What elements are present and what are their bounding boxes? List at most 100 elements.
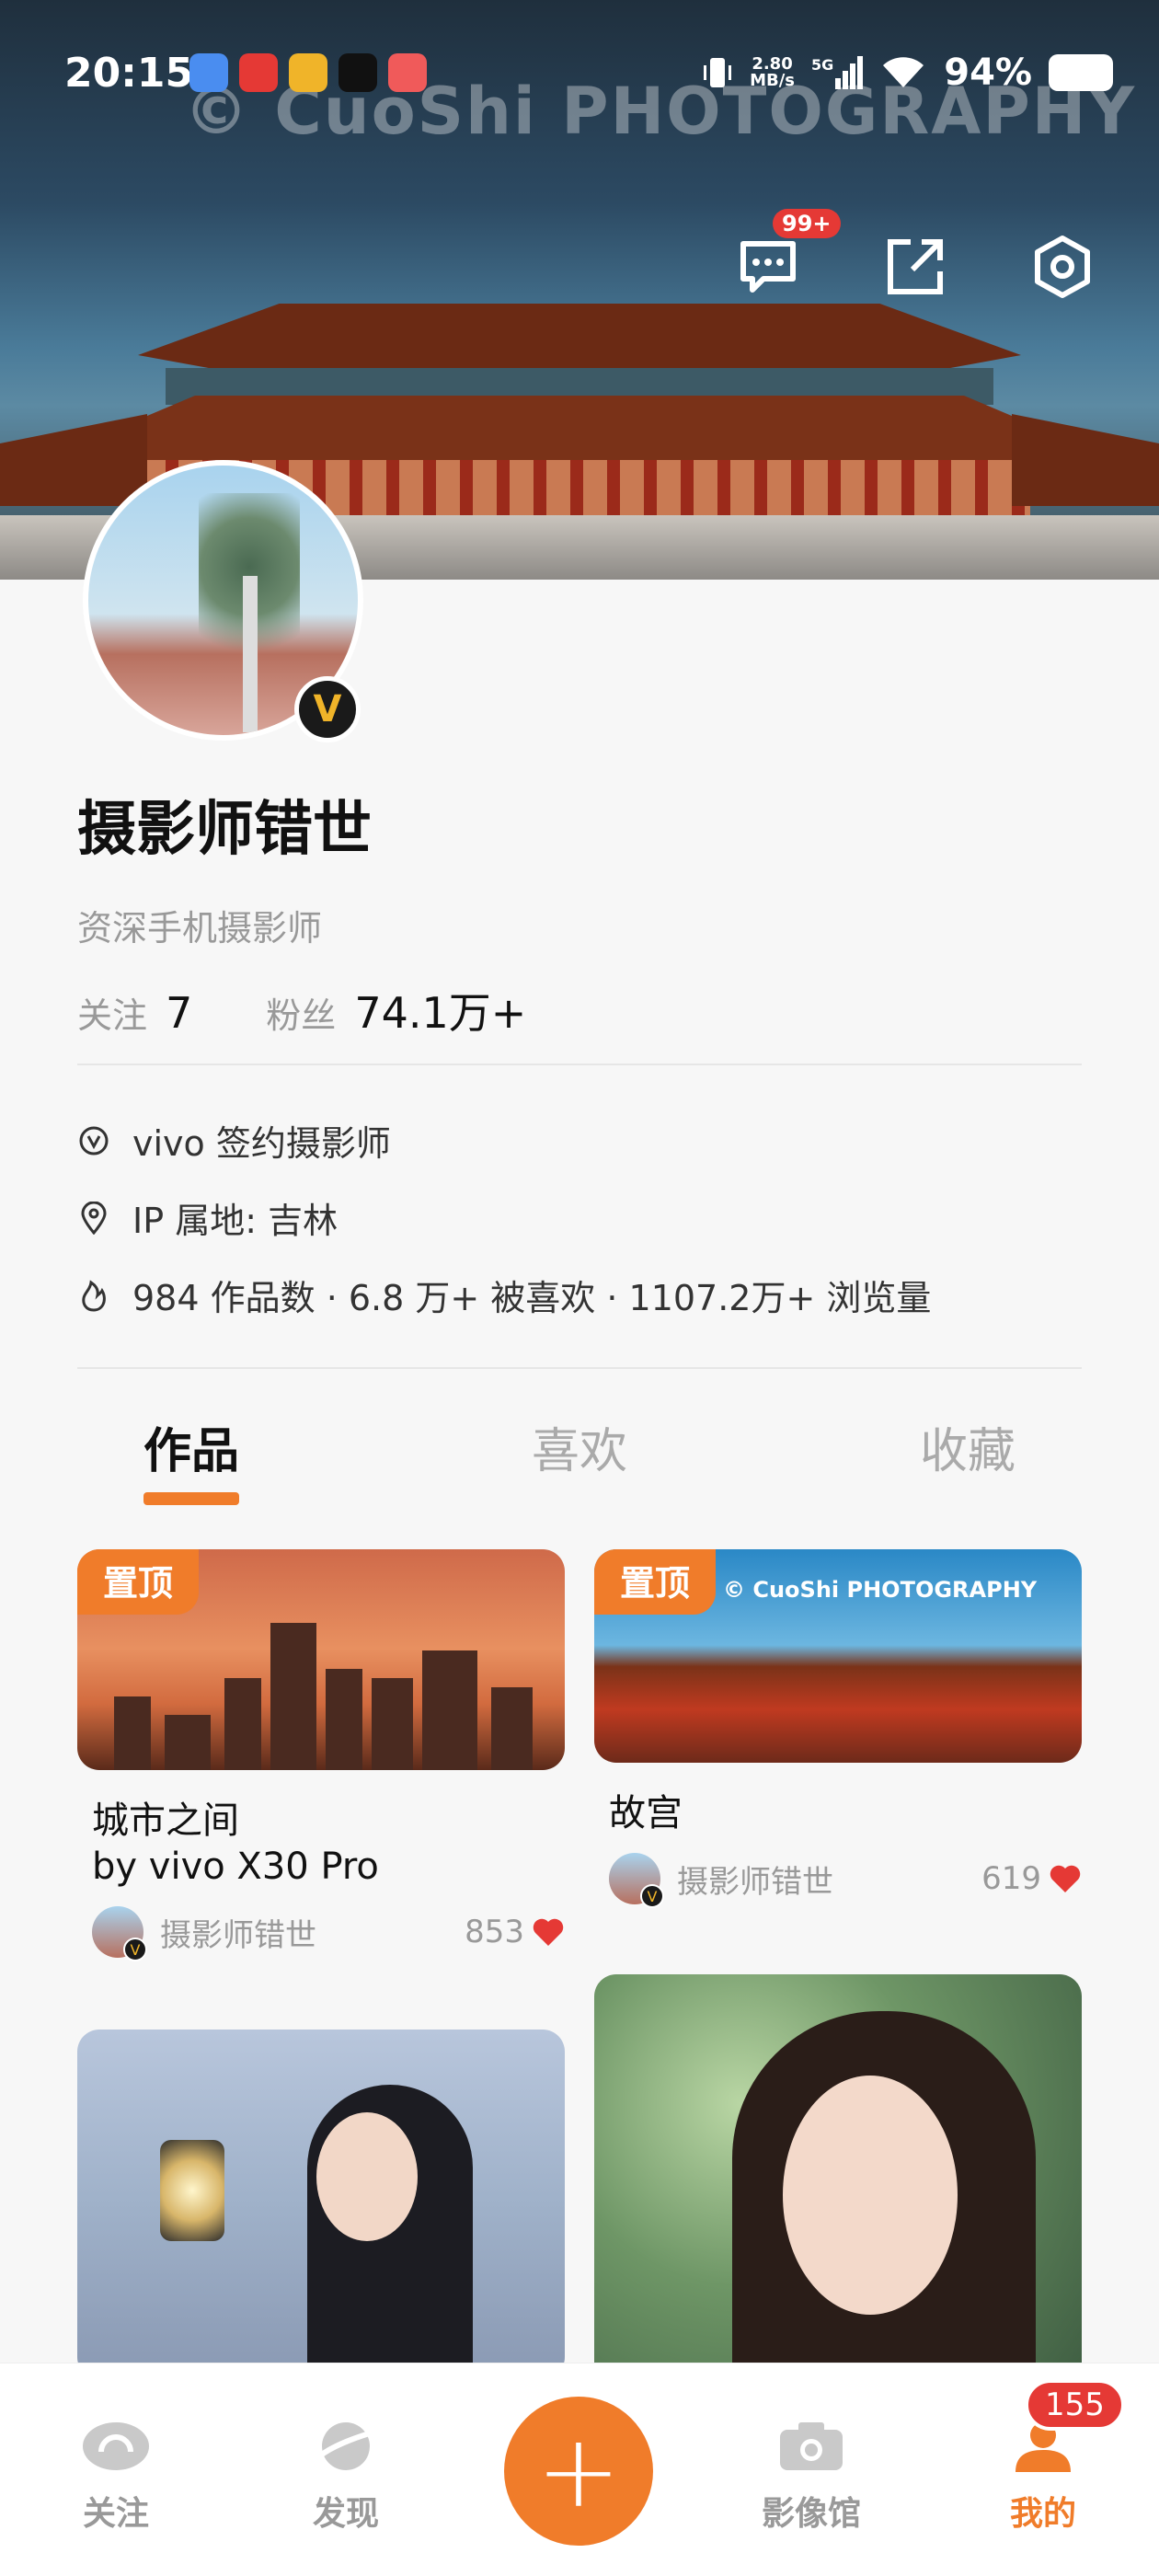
author-avatar[interactable]: V	[92, 1906, 147, 1961]
status-time: 20:15	[64, 50, 194, 97]
author-avatar[interactable]: V	[609, 1853, 664, 1908]
divider	[77, 1367, 1082, 1369]
post-title-line: 故宫	[609, 1792, 683, 1834]
divider	[77, 1064, 1082, 1065]
profile-stats: 关注 7 粉丝 74.1万+	[77, 980, 600, 1041]
heart-icon	[533, 1918, 564, 1946]
post-card[interactable]	[594, 1974, 1082, 2407]
weibo-icon	[289, 53, 327, 92]
fire-icon	[77, 1279, 110, 1312]
post-title-line: by vivo X30 Pro	[92, 1846, 379, 1888]
wifi-icon	[883, 57, 924, 87]
author-name[interactable]: 摄影师错世	[677, 1857, 833, 1902]
nav-me[interactable]: 我的	[979, 2419, 1107, 2535]
status-right: 2.80 MB/s 5G 94%	[702, 52, 1113, 94]
location-pin-icon	[77, 1201, 110, 1235]
net-speed: 2.80 MB/s	[750, 54, 795, 90]
nav-label: 影像馆	[761, 2495, 861, 2533]
network-type: 5G	[810, 56, 834, 74]
skyline-building	[491, 1687, 533, 1770]
bottom-navigation: 关注 发现 + 影像馆 我的	[0, 2363, 1159, 2576]
settings-button[interactable]	[1030, 235, 1095, 299]
palace-roof-upper	[138, 304, 1021, 368]
xiaohongshu-icon	[239, 53, 278, 92]
like-count[interactable]: 853	[465, 1914, 565, 1950]
like-count-value: 853	[465, 1914, 524, 1950]
nav-discover[interactable]: 发现	[281, 2419, 410, 2535]
skyline-building	[165, 1715, 211, 1770]
battery-icon	[1049, 54, 1113, 91]
create-post-button[interactable]: +	[504, 2397, 653, 2546]
post-meta: V 摄影师错世 853	[92, 1906, 565, 1961]
notifications-badge: 155	[1025, 2379, 1125, 2431]
skyline-building	[422, 1650, 477, 1770]
messages-badge: 99+	[773, 209, 841, 238]
following-count[interactable]: 7	[166, 988, 192, 1038]
skyline-building	[326, 1669, 362, 1770]
post-title-line: 城市之间	[92, 1800, 239, 1842]
messages-button[interactable]: 99+	[736, 209, 841, 299]
palace-wing-left	[0, 414, 147, 506]
skyline-building	[114, 1696, 151, 1770]
vibrate-icon	[704, 58, 732, 87]
tab-likes[interactable]: 喜欢	[532, 1412, 627, 1481]
summary-text: 984 作品数 · 6.8 万+ 被喜欢 · 1107.2万+ 浏览量	[132, 1278, 932, 1318]
skyline-building	[270, 1623, 316, 1770]
like-count[interactable]: 619	[981, 1860, 1082, 1897]
nav-label: 发现	[312, 2495, 379, 2533]
planet-icon	[311, 2419, 381, 2474]
camera-icon	[776, 2419, 846, 2474]
share-button[interactable]	[883, 235, 947, 299]
tab-favorites[interactable]: 收藏	[920, 1412, 1016, 1481]
post-image[interactable]	[77, 2030, 565, 2379]
skyline-building	[372, 1678, 413, 1770]
share-icon	[888, 239, 943, 294]
lantern	[160, 2140, 224, 2241]
followers-count[interactable]: 74.1万+	[354, 980, 526, 1041]
settings-icon	[1035, 236, 1090, 298]
avatar-trunk	[243, 576, 258, 732]
post-card[interactable]	[77, 2030, 565, 2379]
video-app-icon	[388, 53, 427, 92]
nav-label: 关注	[82, 2495, 149, 2533]
status-bar: 20:15 2.80 MB/s 5G 94%	[0, 0, 1159, 97]
post-image[interactable]: © CuoShi PHOTOGRAPHY 置顶	[594, 1549, 1082, 1763]
verified-info-row: vivo 签约摄影师	[77, 1115, 391, 1166]
verified-badge-icon: V	[123, 1938, 147, 1961]
face	[783, 2076, 958, 2315]
ip-location-text: IP 属地: 吉林	[132, 1201, 339, 1241]
content-tabs: 作品 喜欢 收藏	[77, 1412, 1082, 1505]
ip-location-row: IP 属地: 吉林	[77, 1192, 338, 1243]
skyline-building	[224, 1678, 261, 1770]
pinned-badge: 置顶	[77, 1549, 200, 1615]
palace-roof-lower	[74, 396, 1085, 460]
face	[316, 2112, 418, 2241]
message-icon	[740, 241, 796, 293]
nav-label: 我的	[1009, 2495, 1076, 2533]
header-actions: 99+	[736, 209, 1095, 299]
post-image[interactable]	[594, 1974, 1082, 2407]
profile-title: 资深手机摄影师	[77, 908, 323, 949]
tab-works[interactable]: 作品	[143, 1412, 240, 1505]
author-name[interactable]: 摄影师错世	[160, 1910, 316, 1955]
nav-following[interactable]: 关注	[52, 2419, 180, 2535]
post-card[interactable]: © CuoShi PHOTOGRAPHY 置顶 故宫 V 摄影师错世 619	[594, 1549, 1082, 1908]
app-notification-icon	[189, 53, 228, 92]
post-card[interactable]: 置顶 城市之间 by vivo X30 Pro V 摄影师错世 853	[77, 1549, 565, 1961]
verified-text: vivo 签约摄影师	[132, 1123, 391, 1164]
profile-name: 摄影师错世	[77, 796, 372, 864]
like-count-value: 619	[981, 1860, 1041, 1897]
cell-signal-icon: 5G	[810, 56, 864, 89]
following-label[interactable]: 关注	[77, 987, 147, 1038]
image-watermark: © CuoShi PHOTOGRAPHY	[723, 1577, 1038, 1603]
summary-row: 984 作品数 · 6.8 万+ 被喜欢 · 1107.2万+ 浏览量	[77, 1270, 931, 1320]
vivo-verified-icon	[77, 1124, 110, 1157]
verified-badge-icon: V	[640, 1884, 664, 1908]
notification-icons	[189, 53, 427, 92]
followers-label[interactable]: 粉丝	[266, 987, 336, 1038]
post-image[interactable]: 置顶	[77, 1549, 565, 1770]
nav-gallery[interactable]: 影像馆	[747, 2419, 876, 2535]
verified-badge-icon: V	[294, 676, 361, 742]
post-title: 城市之间 by vivo X30 Pro	[92, 1798, 565, 1890]
post-meta: V 摄影师错世 619	[609, 1853, 1082, 1908]
